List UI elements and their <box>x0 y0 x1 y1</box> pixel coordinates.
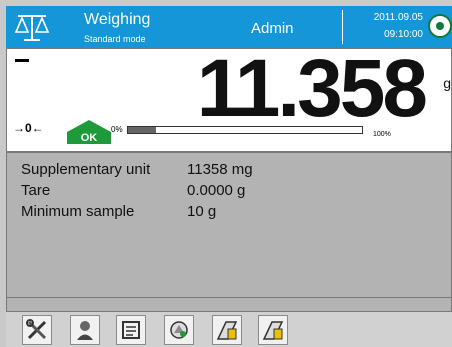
printer-icon <box>122 321 140 339</box>
zero-indicator: →0← <box>13 121 44 135</box>
print-button[interactable] <box>116 315 146 345</box>
user-button[interactable] <box>70 315 100 345</box>
info-label-minimum-sample: Minimum sample <box>21 203 135 220</box>
product-database-button[interactable] <box>258 315 288 345</box>
weight-value: 11.358 <box>196 43 428 134</box>
load-progress-fill <box>128 127 157 133</box>
weighing-screen: Weighing Standard mode Admin 2011.09.05 … <box>0 0 452 347</box>
ok-status-badge: OK <box>67 120 111 144</box>
screen-title: Weighing <box>84 11 151 28</box>
info-label-tare: Tare <box>21 182 51 199</box>
progress-min-label: 0% <box>111 125 123 134</box>
tools-icon <box>26 319 47 340</box>
info-value-tare: 0.0000 g <box>187 182 246 199</box>
header-divider <box>342 10 343 44</box>
info-panel: Supplementary unit 11358 mg Tare 0.0000 … <box>6 152 452 298</box>
user-label[interactable]: Admin <box>251 20 294 37</box>
user-icon <box>77 321 93 340</box>
date-label: 2011.09.05 <box>373 12 423 23</box>
time-label: 09:10:00 <box>384 29 423 40</box>
weight-display: 11.358 g →0← OK 0% 100% <box>6 43 452 152</box>
mode-label: Standard mode <box>84 34 146 44</box>
tools-button[interactable] <box>22 315 52 345</box>
info-label-supplementary-unit: Supplementary unit <box>21 161 151 178</box>
scale-icon <box>14 15 50 41</box>
stability-indicator <box>15 59 29 62</box>
info-value-supplementary-unit: 11358 mg <box>187 161 253 178</box>
info-footer-band <box>6 298 452 312</box>
weight-database-button[interactable] <box>212 315 242 345</box>
status-indicator-icon[interactable] <box>428 14 452 38</box>
progress-max-label: 100% <box>373 131 391 138</box>
info-value-minimum-sample: 10 g <box>187 203 217 220</box>
bottom-toolbar <box>6 312 452 347</box>
tare-button[interactable] <box>164 315 194 345</box>
product-database-icon <box>262 321 284 340</box>
tare-icon <box>170 321 188 339</box>
ok-label: OK <box>81 132 98 144</box>
load-progress-bar <box>127 126 363 134</box>
weight-unit[interactable]: g <box>443 75 451 91</box>
weight-database-icon <box>216 321 238 340</box>
